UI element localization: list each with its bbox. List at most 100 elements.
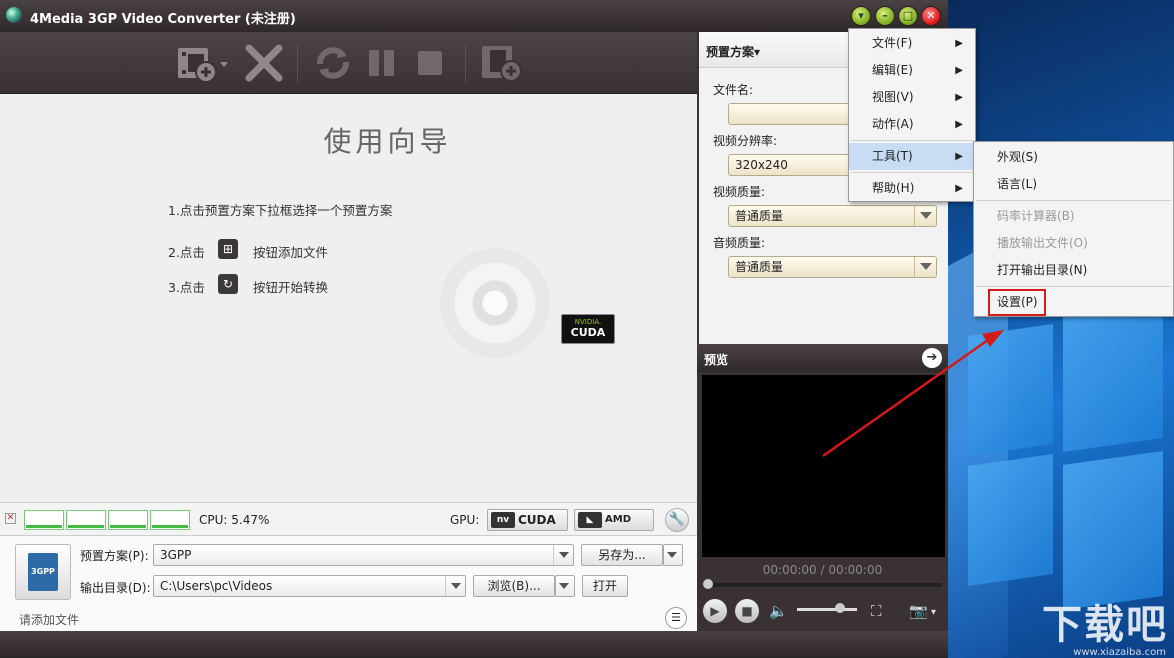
menu-item-bitrate-calculator: 码率计算器(B) [997, 209, 1075, 223]
desktop-background: 下载吧 www.xiazaiba.com [948, 0, 1174, 658]
chevron-down-icon[interactable] [445, 576, 465, 596]
chevron-down-icon[interactable] [914, 206, 936, 226]
3gpp-file-icon: 3GPP [28, 553, 58, 591]
minimize-button[interactable]: – [875, 6, 895, 26]
play-button[interactable]: ▶ [703, 599, 727, 623]
menu-item-edit[interactable]: 编辑(E) ▶ [849, 57, 975, 84]
menu-item-file[interactable]: 文件(F) ▶ [849, 30, 975, 57]
resolution-label: 视频分辨率: [713, 134, 778, 148]
maximize-button[interactable]: □ [898, 6, 918, 26]
menu-item-help[interactable]: 帮助(H) ▶ [849, 175, 975, 202]
cuda-button-label: CUDA [518, 513, 556, 527]
wizard-step-3: 3.点击 [168, 277, 205, 296]
wizard-panel: 使用向导 1.点击预置方案下拉框选择一个预置方案 2.点击 ⊞ 按钮添加文件 3… [0, 94, 697, 502]
wrench-icon[interactable]: 🔧 [665, 508, 689, 532]
snapshot-dropdown-icon[interactable]: ▾ [931, 607, 936, 618]
output-dir-label: 输出目录(D): [80, 581, 151, 595]
output-dir-select[interactable]: C:\Users\pc\Videos [153, 575, 466, 597]
windows-logo-pane [968, 324, 1053, 456]
cpu-graph [66, 510, 106, 530]
video-quality-select[interactable]: 普通质量 [728, 205, 937, 227]
toolbar-divider [297, 44, 298, 82]
app-logo-icon [6, 7, 22, 23]
menu-separator [976, 286, 1171, 287]
volume-icon[interactable]: 🔈 [769, 602, 788, 620]
save-as-button[interactable]: 另存为... [581, 544, 663, 566]
amd-app-button[interactable]: ◣ AMD APP [574, 509, 654, 545]
wizard-step-2-suffix: 按钮添加文件 [253, 245, 329, 260]
output-dir-value: C:\Users\pc\Videos [160, 579, 273, 593]
windows-logo-pane [968, 454, 1053, 586]
chevron-down-icon[interactable] [662, 545, 682, 565]
cuda-button[interactable]: nv CUDA [487, 509, 568, 531]
menu-item-open-output-dir[interactable]: 打开输出目录(N) [974, 257, 1173, 284]
menu-item-label: 工具(T) [872, 149, 913, 163]
submenu-arrow-icon: ▶ [955, 151, 963, 162]
chevron-down-icon[interactable] [914, 257, 936, 277]
delete-icon[interactable] [243, 42, 285, 84]
wizard-step-1: 1.点击预置方案下拉框选择一个预置方案 [168, 203, 393, 218]
windows-logo-pane [1063, 450, 1163, 611]
menu-item-tools[interactable]: 工具(T) ▶ [849, 143, 975, 170]
volume-slider[interactable] [797, 608, 857, 611]
save-as-dropdown[interactable] [663, 544, 683, 566]
audio-quality-select[interactable]: 普通质量 [728, 256, 937, 278]
menu-item-label: 帮助(H) [872, 181, 915, 195]
preview-screen [702, 375, 945, 557]
playback-time: 00:00:00 / 00:00:00 [762, 563, 883, 577]
menu-item-view[interactable]: 视图(V) ▶ [849, 84, 975, 111]
film-reel-logo-icon [440, 248, 550, 358]
output-panel: 3GPP 预置方案(P): 3GPP 另存为... 输出目录(D): C:\Us… [0, 535, 697, 631]
submenu-arrow-icon: ▶ [955, 92, 963, 103]
preset-panel-title[interactable]: 预置方案▾ [706, 43, 760, 60]
task-list-icon[interactable]: ☰ [665, 607, 687, 629]
stop-icon[interactable] [413, 42, 447, 84]
menu-dropdown-button[interactable]: ▾ [851, 6, 871, 26]
menu-item-appearance[interactable]: 外观(S) [974, 144, 1173, 171]
cpu-graph [24, 510, 64, 530]
settings-annotation-box [988, 289, 1046, 316]
menu-item-label: 动作(A) [872, 117, 914, 131]
preset-select[interactable]: 3GPP [153, 544, 574, 566]
browse-dropdown[interactable] [555, 575, 575, 597]
menu-item-language[interactable]: 语言(L) [974, 171, 1173, 198]
add-file-small-icon: ⊞ [218, 239, 238, 259]
player-controls: 00:00:00 / 00:00:00 ▶ ■ 🔈 ⛶ 📷 ▾ [697, 557, 948, 631]
add-segment-icon[interactable] [480, 42, 524, 84]
convert-icon[interactable] [312, 42, 354, 84]
amd-chip-icon: ◣ [578, 512, 602, 528]
menu-item-label: 编辑(E) [872, 63, 913, 77]
add-file-icon[interactable] [176, 42, 230, 84]
arrow-right-icon[interactable]: ➔ [922, 348, 942, 368]
fullscreen-icon[interactable]: ⛶ [871, 602, 882, 620]
audio-quality-value: 普通质量 [735, 260, 784, 274]
menu-item-action[interactable]: 动作(A) ▶ [849, 111, 975, 138]
cpu-graph [108, 510, 148, 530]
wizard-heading: 使用向导 [323, 125, 452, 158]
window-title: 4Media 3GP Video Converter (未注册) [30, 12, 296, 27]
seek-bar[interactable] [705, 583, 942, 587]
wizard-step-2: 2.点击 [168, 242, 205, 261]
video-quality-value: 普通质量 [735, 209, 784, 223]
cpu-graph [150, 510, 190, 530]
snapshot-camera-icon[interactable]: 📷 [909, 602, 928, 620]
profile-thumbnail: 3GPP [15, 544, 71, 600]
open-button[interactable]: 打开 [582, 575, 628, 597]
close-button[interactable]: ✕ [921, 6, 941, 26]
menu-item-label: 文件(F) [872, 36, 913, 50]
close-monitor-icon[interactable]: ✕ [5, 513, 16, 524]
app-window: 4Media 3GP Video Converter (未注册) ▾ – □ ✕… [0, 0, 950, 658]
main-menu: 文件(F) ▶ 编辑(E) ▶ 视图(V) ▶ 动作(A) ▶ 工具(T) ▶ 帮助(H)… [848, 28, 976, 202]
pause-icon[interactable] [365, 42, 399, 84]
volume-handle[interactable] [835, 603, 845, 613]
seek-handle[interactable] [703, 579, 713, 589]
menu-separator [851, 140, 973, 141]
video-quality-label: 视频质量: [713, 185, 766, 199]
browse-button[interactable]: 浏览(B)... [473, 575, 555, 597]
chevron-down-icon[interactable] [554, 576, 574, 596]
preview-header: 预览 ➔ [697, 344, 948, 372]
cpu-usage: CPU: 5.47% [199, 513, 270, 527]
watermark: 下载吧 [1042, 602, 1168, 648]
chevron-down-icon[interactable] [553, 545, 573, 565]
stop-button[interactable]: ■ [735, 599, 759, 623]
